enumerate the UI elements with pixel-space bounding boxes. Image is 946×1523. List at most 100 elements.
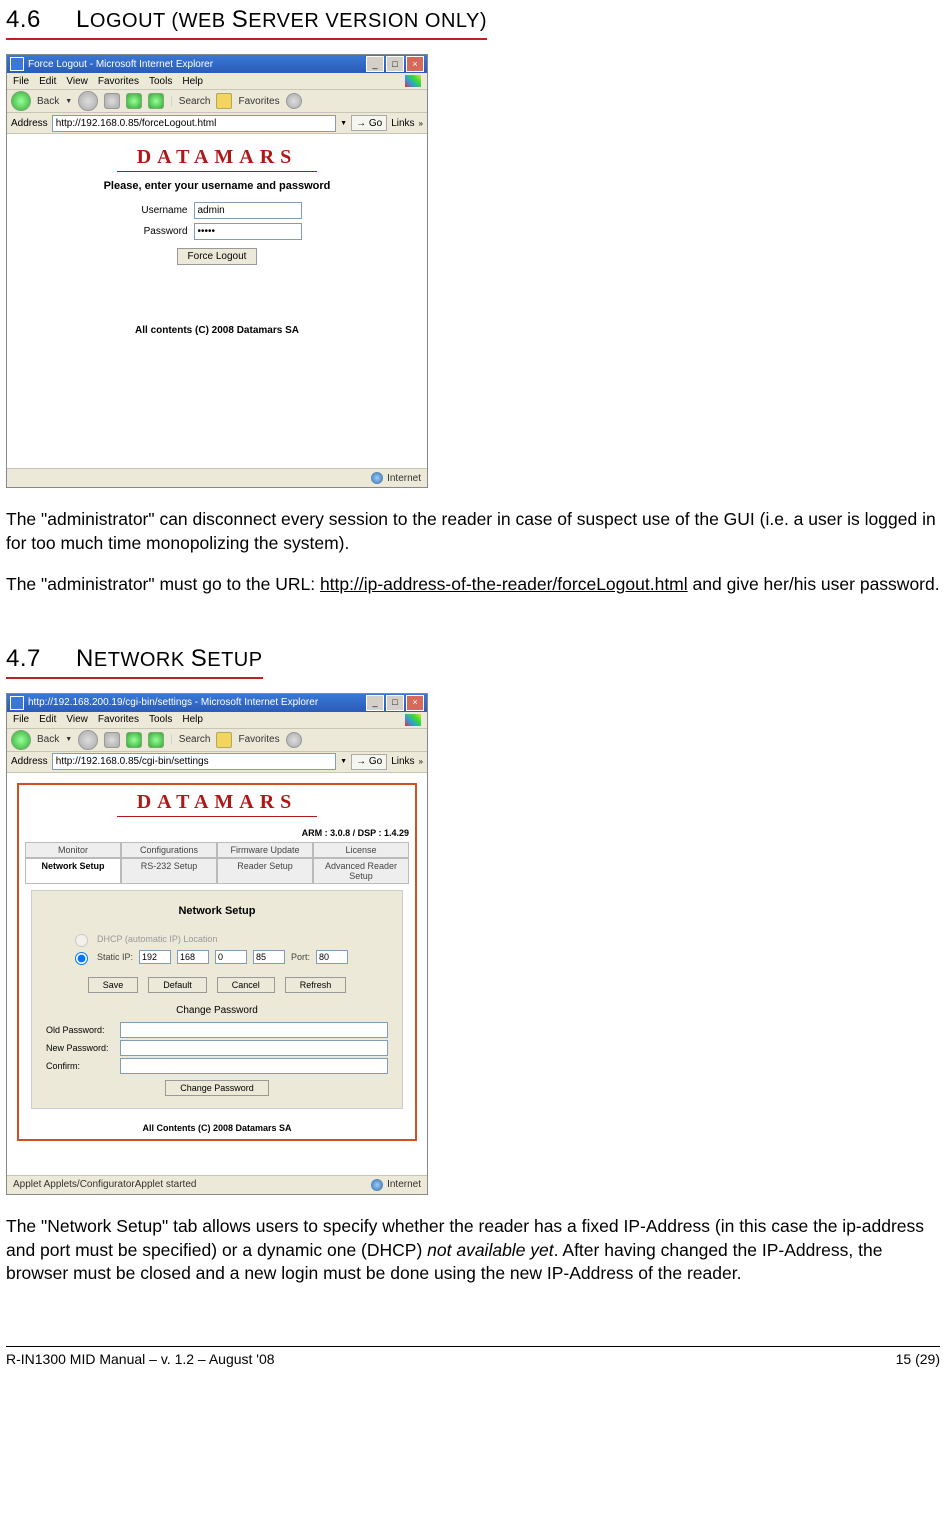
address-label: Address (11, 756, 48, 767)
back-icon[interactable] (11, 730, 31, 750)
favorites-label[interactable]: Favorites (238, 96, 279, 107)
links-label[interactable]: Links (391, 118, 414, 129)
go-button[interactable]: → Go (351, 754, 387, 770)
static-ip-radio[interactable] (75, 952, 88, 965)
screenshot-network-setup: http://192.168.200.19/cgi-bin/settings -… (6, 693, 428, 1195)
status-applet: Applet Applets/ConfiguratorApplet starte… (13, 1179, 196, 1190)
window-title: Force Logout - Microsoft Internet Explor… (28, 59, 213, 70)
section-title: LOGOUT (WEB SERVER VERSION ONLY) (76, 6, 487, 33)
menu-tools[interactable]: Tools (149, 76, 172, 87)
links-label[interactable]: Links (391, 756, 414, 767)
copyright-text: All contents (C) 2008 Datamars SA (7, 325, 427, 336)
search-label[interactable]: Search (179, 734, 211, 745)
section-number: 4.7 (6, 645, 41, 673)
menu-favorites[interactable]: Favorites (98, 76, 139, 87)
password-input[interactable] (194, 223, 302, 240)
tab-firmware-update[interactable]: Firmware Update (217, 842, 313, 858)
dhcp-label: DHCP (automatic IP) Location (97, 934, 217, 944)
back-label[interactable]: Back (37, 734, 59, 745)
dhcp-radio (75, 934, 88, 947)
menu-edit[interactable]: Edit (39, 76, 56, 87)
go-button[interactable]: → Go (351, 115, 387, 131)
close-button[interactable]: × (406, 56, 424, 72)
stop-icon[interactable] (104, 93, 120, 109)
home-icon[interactable] (148, 732, 164, 748)
section-heading-4-7: 4.7 NETWORK SETUP (6, 639, 940, 693)
tab-network-setup[interactable]: Network Setup (25, 858, 121, 884)
change-password-button[interactable]: Change Password (165, 1080, 269, 1096)
maximize-button[interactable]: □ (386, 695, 404, 711)
port-input[interactable] (316, 950, 348, 964)
save-button[interactable]: Save (88, 977, 139, 993)
menu-tools[interactable]: Tools (149, 714, 172, 725)
menu-file[interactable]: File (13, 714, 29, 725)
address-input[interactable] (52, 753, 336, 770)
tab-license[interactable]: License (313, 842, 409, 858)
tab-configurations[interactable]: Configurations (121, 842, 217, 858)
menu-view[interactable]: View (66, 76, 88, 87)
menu-file[interactable]: File (13, 76, 29, 87)
tab-reader-setup[interactable]: Reader Setup (217, 858, 313, 884)
confirm-password-input[interactable] (120, 1058, 388, 1074)
address-input[interactable] (52, 115, 336, 132)
window-title: http://192.168.200.19/cgi-bin/settings -… (28, 697, 318, 708)
username-label: Username (133, 205, 188, 216)
password-label: Password (133, 226, 188, 237)
favorites-icon[interactable] (216, 93, 232, 109)
forward-icon[interactable] (78, 730, 98, 750)
close-button[interactable]: × (406, 695, 424, 711)
footer-left: R-IN1300 MID Manual – v. 1.2 – August '0… (6, 1351, 275, 1367)
firmware-version: ARM : 3.0.8 / DSP : 1.4.29 (19, 825, 415, 838)
stop-icon[interactable] (104, 732, 120, 748)
search-label[interactable]: Search (179, 96, 211, 107)
windows-flag-icon (405, 714, 421, 726)
username-input[interactable] (194, 202, 302, 219)
cancel-button[interactable]: Cancel (217, 977, 275, 993)
tab-monitor[interactable]: Monitor (25, 842, 121, 858)
menu-view[interactable]: View (66, 714, 88, 725)
internet-zone-icon (371, 472, 383, 484)
maximize-button[interactable]: □ (386, 56, 404, 72)
minimize-button[interactable]: _ (366, 56, 384, 72)
favorites-label[interactable]: Favorites (238, 734, 279, 745)
status-text: Internet (387, 1179, 421, 1190)
refresh-icon[interactable] (126, 732, 142, 748)
new-password-input[interactable] (120, 1040, 388, 1056)
menu-edit[interactable]: Edit (39, 714, 56, 725)
refresh-button[interactable]: Refresh (285, 977, 347, 993)
old-password-input[interactable] (120, 1022, 388, 1038)
address-bar: Address ▼ → Go Links » (7, 113, 427, 134)
datamars-logo: DATAMARS (19, 791, 415, 817)
default-button[interactable]: Default (148, 977, 207, 993)
favorites-icon[interactable] (216, 732, 232, 748)
media-icon[interactable] (286, 732, 302, 748)
refresh-icon[interactable] (126, 93, 142, 109)
config-frame: DATAMARS ARM : 3.0.8 / DSP : 1.4.29 Moni… (17, 783, 417, 1141)
status-text: Internet (387, 473, 421, 484)
toolbar: Back ▼ | Search Favorites (7, 729, 427, 752)
internet-zone-icon (371, 1179, 383, 1191)
para-admin-url: The "administrator" must go to the URL: … (6, 573, 940, 597)
footer-right: 15 (29) (896, 1351, 940, 1367)
ie-icon (10, 696, 24, 710)
back-label[interactable]: Back (37, 96, 59, 107)
ip-octet-3[interactable] (215, 950, 247, 964)
back-icon[interactable] (11, 91, 31, 111)
tab-rs232-setup[interactable]: RS-232 Setup (121, 858, 217, 884)
window-titlebar: Force Logout - Microsoft Internet Explor… (7, 55, 427, 73)
ip-octet-1[interactable] (139, 950, 171, 964)
menu-help[interactable]: Help (182, 714, 203, 725)
media-icon[interactable] (286, 93, 302, 109)
forward-icon[interactable] (78, 91, 98, 111)
force-logout-button[interactable]: Force Logout (177, 248, 258, 265)
minimize-button[interactable]: _ (366, 695, 384, 711)
address-label: Address (11, 118, 48, 129)
ip-octet-2[interactable] (177, 950, 209, 964)
menu-help[interactable]: Help (182, 76, 203, 87)
tab-advanced-reader-setup[interactable]: Advanced Reader Setup (313, 858, 409, 884)
ip-octet-4[interactable] (253, 950, 285, 964)
home-icon[interactable] (148, 93, 164, 109)
login-prompt: Please, enter your username and password (7, 180, 427, 192)
menu-favorites[interactable]: Favorites (98, 714, 139, 725)
status-bar: Internet (7, 468, 427, 487)
